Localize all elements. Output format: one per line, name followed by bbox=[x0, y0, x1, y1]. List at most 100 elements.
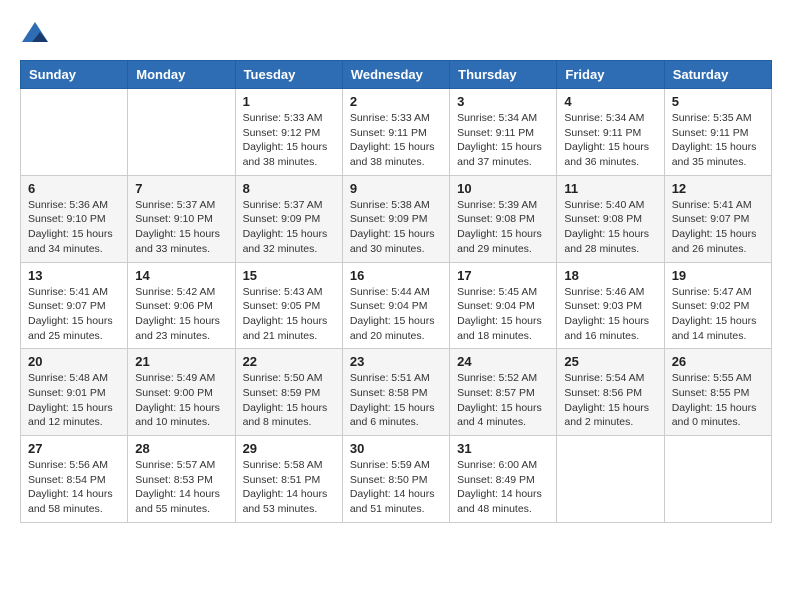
day-number: 4 bbox=[564, 94, 656, 109]
day-info: Sunrise: 5:50 AM Sunset: 8:59 PM Dayligh… bbox=[243, 371, 335, 430]
day-number: 29 bbox=[243, 441, 335, 456]
day-info: Sunrise: 5:47 AM Sunset: 9:02 PM Dayligh… bbox=[672, 285, 764, 344]
calendar-day-header: Friday bbox=[557, 61, 664, 89]
calendar-week-row: 20 Sunrise: 5:48 AM Sunset: 9:01 PM Dayli… bbox=[21, 349, 772, 436]
day-number: 10 bbox=[457, 181, 549, 196]
day-info: Sunrise: 5:59 AM Sunset: 8:50 PM Dayligh… bbox=[350, 458, 442, 517]
calendar-header-row: SundayMondayTuesdayWednesdayThursdayFrid… bbox=[21, 61, 772, 89]
calendar-week-row: 6Sunrise: 5:36 AM Sunset: 9:10 PM Daylig… bbox=[21, 175, 772, 262]
calendar-week-row: 1 Sunrise: 5:33 AM Sunset: 9:12 PM Daylig… bbox=[21, 89, 772, 176]
calendar-cell: 18 Sunrise: 5:46 AM Sunset: 9:03 PM Dayli… bbox=[557, 262, 664, 349]
calendar-week-row: 13Sunrise: 5:41 AM Sunset: 9:07 PM Dayli… bbox=[21, 262, 772, 349]
calendar-cell: 7 Sunrise: 5:37 AM Sunset: 9:10 PM Daylig… bbox=[128, 175, 235, 262]
calendar-cell: 10 Sunrise: 5:39 AM Sunset: 9:08 PM Dayli… bbox=[450, 175, 557, 262]
day-info: Sunrise: 5:34 AM Sunset: 9:11 PM Dayligh… bbox=[457, 111, 549, 170]
calendar-cell: 30 Sunrise: 5:59 AM Sunset: 8:50 PM Dayli… bbox=[342, 436, 449, 523]
day-info: Sunrise: 5:56 AM Sunset: 8:54 PM Dayligh… bbox=[28, 458, 120, 517]
day-info: Sunrise: 5:37 AM Sunset: 9:10 PM Dayligh… bbox=[135, 198, 227, 257]
calendar-cell: 21 Sunrise: 5:49 AM Sunset: 9:00 PM Dayli… bbox=[128, 349, 235, 436]
calendar-cell: 26 Sunrise: 5:55 AM Sunset: 8:55 PM Dayli… bbox=[664, 349, 771, 436]
day-info: Sunrise: 5:52 AM Sunset: 8:57 PM Dayligh… bbox=[457, 371, 549, 430]
calendar-cell: 16Sunrise: 5:44 AM Sunset: 9:04 PM Dayli… bbox=[342, 262, 449, 349]
calendar-cell: 6Sunrise: 5:36 AM Sunset: 9:10 PM Daylig… bbox=[21, 175, 128, 262]
day-number: 24 bbox=[457, 354, 549, 369]
day-info: Sunrise: 5:35 AM Sunset: 9:11 PM Dayligh… bbox=[672, 111, 764, 170]
calendar-day-header: Tuesday bbox=[235, 61, 342, 89]
calendar-cell bbox=[557, 436, 664, 523]
day-info: Sunrise: 5:46 AM Sunset: 9:03 PM Dayligh… bbox=[564, 285, 656, 344]
calendar-cell: 31 Sunrise: 6:00 AM Sunset: 8:49 PM Dayli… bbox=[450, 436, 557, 523]
day-number: 27 bbox=[28, 441, 120, 456]
calendar-cell: 17 Sunrise: 5:45 AM Sunset: 9:04 PM Dayli… bbox=[450, 262, 557, 349]
day-number: 30 bbox=[350, 441, 442, 456]
calendar-cell bbox=[664, 436, 771, 523]
calendar-cell: 25 Sunrise: 5:54 AM Sunset: 8:56 PM Dayli… bbox=[557, 349, 664, 436]
day-info: Sunrise: 5:54 AM Sunset: 8:56 PM Dayligh… bbox=[564, 371, 656, 430]
calendar-cell: 11 Sunrise: 5:40 AM Sunset: 9:08 PM Dayli… bbox=[557, 175, 664, 262]
calendar-week-row: 27 Sunrise: 5:56 AM Sunset: 8:54 PM Dayli… bbox=[21, 436, 772, 523]
day-info: Sunrise: 5:41 AM Sunset: 9:07 PM Dayligh… bbox=[672, 198, 764, 257]
day-info: Sunrise: 5:43 AM Sunset: 9:05 PM Dayligh… bbox=[243, 285, 335, 344]
day-info: Sunrise: 5:40 AM Sunset: 9:08 PM Dayligh… bbox=[564, 198, 656, 257]
day-info: Sunrise: 5:48 AM Sunset: 9:01 PM Dayligh… bbox=[28, 371, 120, 430]
calendar-cell: 20 Sunrise: 5:48 AM Sunset: 9:01 PM Dayli… bbox=[21, 349, 128, 436]
calendar-cell: 15 Sunrise: 5:43 AM Sunset: 9:05 PM Dayli… bbox=[235, 262, 342, 349]
day-number: 7 bbox=[135, 181, 227, 196]
calendar-cell: 3 Sunrise: 5:34 AM Sunset: 9:11 PM Daylig… bbox=[450, 89, 557, 176]
day-number: 17 bbox=[457, 268, 549, 283]
calendar-cell: 23 Sunrise: 5:51 AM Sunset: 8:58 PM Dayli… bbox=[342, 349, 449, 436]
calendar-table: SundayMondayTuesdayWednesdayThursdayFrid… bbox=[20, 60, 772, 523]
calendar-cell: 9 Sunrise: 5:38 AM Sunset: 9:09 PM Daylig… bbox=[342, 175, 449, 262]
calendar-cell bbox=[128, 89, 235, 176]
calendar-cell bbox=[21, 89, 128, 176]
page-header bbox=[20, 20, 772, 50]
day-number: 2 bbox=[350, 94, 442, 109]
day-number: 28 bbox=[135, 441, 227, 456]
day-number: 26 bbox=[672, 354, 764, 369]
day-number: 14 bbox=[135, 268, 227, 283]
day-info: Sunrise: 5:33 AM Sunset: 9:12 PM Dayligh… bbox=[243, 111, 335, 170]
day-number: 11 bbox=[564, 181, 656, 196]
calendar-day-header: Thursday bbox=[450, 61, 557, 89]
day-number: 22 bbox=[243, 354, 335, 369]
calendar-cell: 19Sunrise: 5:47 AM Sunset: 9:02 PM Dayli… bbox=[664, 262, 771, 349]
calendar-cell: 29Sunrise: 5:58 AM Sunset: 8:51 PM Dayli… bbox=[235, 436, 342, 523]
day-number: 1 bbox=[243, 94, 335, 109]
day-info: Sunrise: 5:45 AM Sunset: 9:04 PM Dayligh… bbox=[457, 285, 549, 344]
day-number: 20 bbox=[28, 354, 120, 369]
calendar-cell: 1 Sunrise: 5:33 AM Sunset: 9:12 PM Daylig… bbox=[235, 89, 342, 176]
day-number: 31 bbox=[457, 441, 549, 456]
day-info: Sunrise: 5:51 AM Sunset: 8:58 PM Dayligh… bbox=[350, 371, 442, 430]
day-info: Sunrise: 5:34 AM Sunset: 9:11 PM Dayligh… bbox=[564, 111, 656, 170]
day-info: Sunrise: 5:49 AM Sunset: 9:00 PM Dayligh… bbox=[135, 371, 227, 430]
calendar-cell: 24 Sunrise: 5:52 AM Sunset: 8:57 PM Dayli… bbox=[450, 349, 557, 436]
calendar-cell: 22 Sunrise: 5:50 AM Sunset: 8:59 PM Dayli… bbox=[235, 349, 342, 436]
day-info: Sunrise: 5:57 AM Sunset: 8:53 PM Dayligh… bbox=[135, 458, 227, 517]
day-number: 15 bbox=[243, 268, 335, 283]
calendar-cell: 8Sunrise: 5:37 AM Sunset: 9:09 PM Daylig… bbox=[235, 175, 342, 262]
calendar-cell: 28 Sunrise: 5:57 AM Sunset: 8:53 PM Dayli… bbox=[128, 436, 235, 523]
calendar-cell: 13Sunrise: 5:41 AM Sunset: 9:07 PM Dayli… bbox=[21, 262, 128, 349]
day-info: Sunrise: 5:36 AM Sunset: 9:10 PM Dayligh… bbox=[28, 198, 120, 257]
logo-icon bbox=[20, 20, 50, 50]
day-info: Sunrise: 5:39 AM Sunset: 9:08 PM Dayligh… bbox=[457, 198, 549, 257]
day-number: 23 bbox=[350, 354, 442, 369]
calendar-day-header: Saturday bbox=[664, 61, 771, 89]
calendar-cell: 27 Sunrise: 5:56 AM Sunset: 8:54 PM Dayli… bbox=[21, 436, 128, 523]
calendar-day-header: Monday bbox=[128, 61, 235, 89]
calendar-cell: 14Sunrise: 5:42 AM Sunset: 9:06 PM Dayli… bbox=[128, 262, 235, 349]
calendar-day-header: Wednesday bbox=[342, 61, 449, 89]
logo bbox=[20, 20, 54, 50]
calendar-cell: 5 Sunrise: 5:35 AM Sunset: 9:11 PM Daylig… bbox=[664, 89, 771, 176]
calendar-cell: 2Sunrise: 5:33 AM Sunset: 9:11 PM Daylig… bbox=[342, 89, 449, 176]
day-number: 21 bbox=[135, 354, 227, 369]
day-number: 3 bbox=[457, 94, 549, 109]
day-info: Sunrise: 5:41 AM Sunset: 9:07 PM Dayligh… bbox=[28, 285, 120, 344]
day-info: Sunrise: 6:00 AM Sunset: 8:49 PM Dayligh… bbox=[457, 458, 549, 517]
day-number: 18 bbox=[564, 268, 656, 283]
day-info: Sunrise: 5:38 AM Sunset: 9:09 PM Dayligh… bbox=[350, 198, 442, 257]
day-number: 25 bbox=[564, 354, 656, 369]
day-info: Sunrise: 5:55 AM Sunset: 8:55 PM Dayligh… bbox=[672, 371, 764, 430]
day-number: 9 bbox=[350, 181, 442, 196]
day-number: 5 bbox=[672, 94, 764, 109]
